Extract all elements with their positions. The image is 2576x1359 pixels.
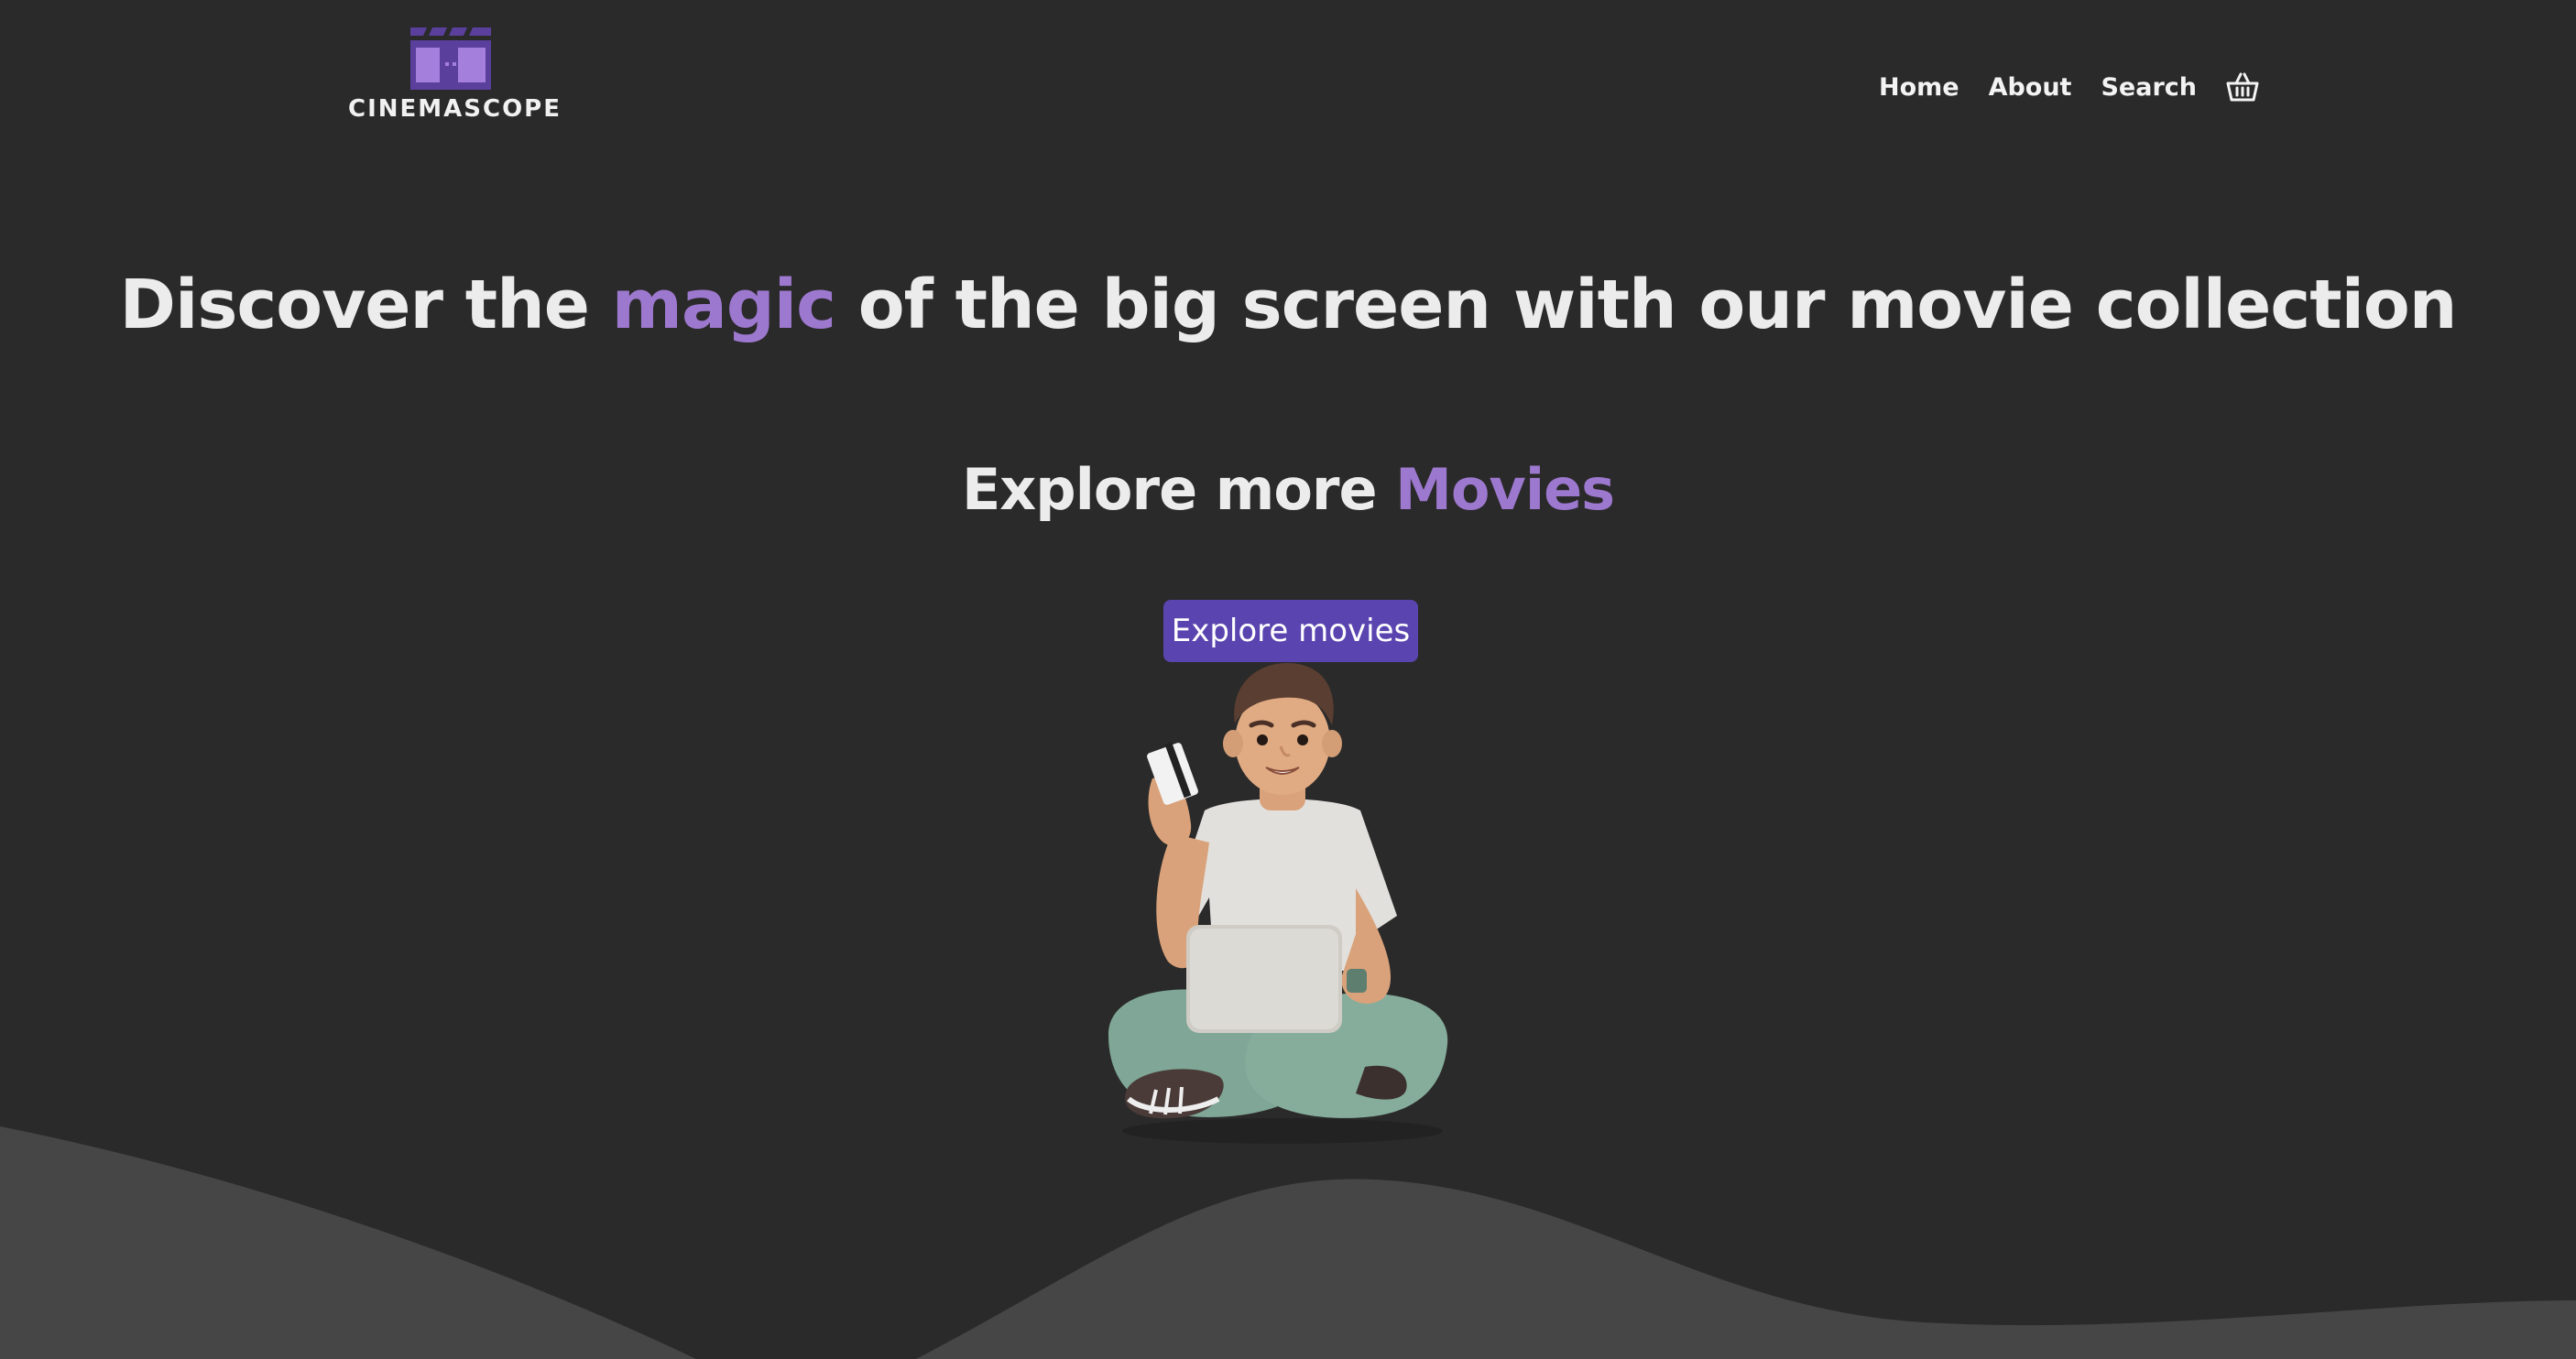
subheading-text-start: Explore more [961,456,1396,523]
main-nav: Home About Search [1879,64,2259,110]
nav-link-about[interactable]: About [1989,73,2072,102]
headline-text-start: Discover the [119,266,612,344]
bottom-wave-decoration [0,1126,2576,1359]
nav-link-home[interactable]: Home [1879,73,1959,102]
clapperboard-icon [410,27,491,90]
explore-movies-button[interactable]: Explore movies [1163,600,1418,662]
nav-link-search[interactable]: Search [2101,73,2197,102]
landing-page: CINEMASCOPE Home About Search Discover t… [0,0,2576,1359]
hero-subheading: Explore more Movies [0,456,2576,523]
person-with-laptop-illustration [1108,663,1448,1144]
basket-icon[interactable] [2226,71,2259,103]
brand-name: CINEMASCOPE [348,95,562,123]
subheading-accent-word: Movies [1395,456,1615,523]
brand-logo[interactable]: CINEMASCOPE [348,27,562,123]
headline-accent-word: magic [611,266,836,344]
hero-headline: Discover the magic of the big screen wit… [0,266,2576,344]
headline-text-end: of the big screen with our movie collect… [835,266,2458,344]
